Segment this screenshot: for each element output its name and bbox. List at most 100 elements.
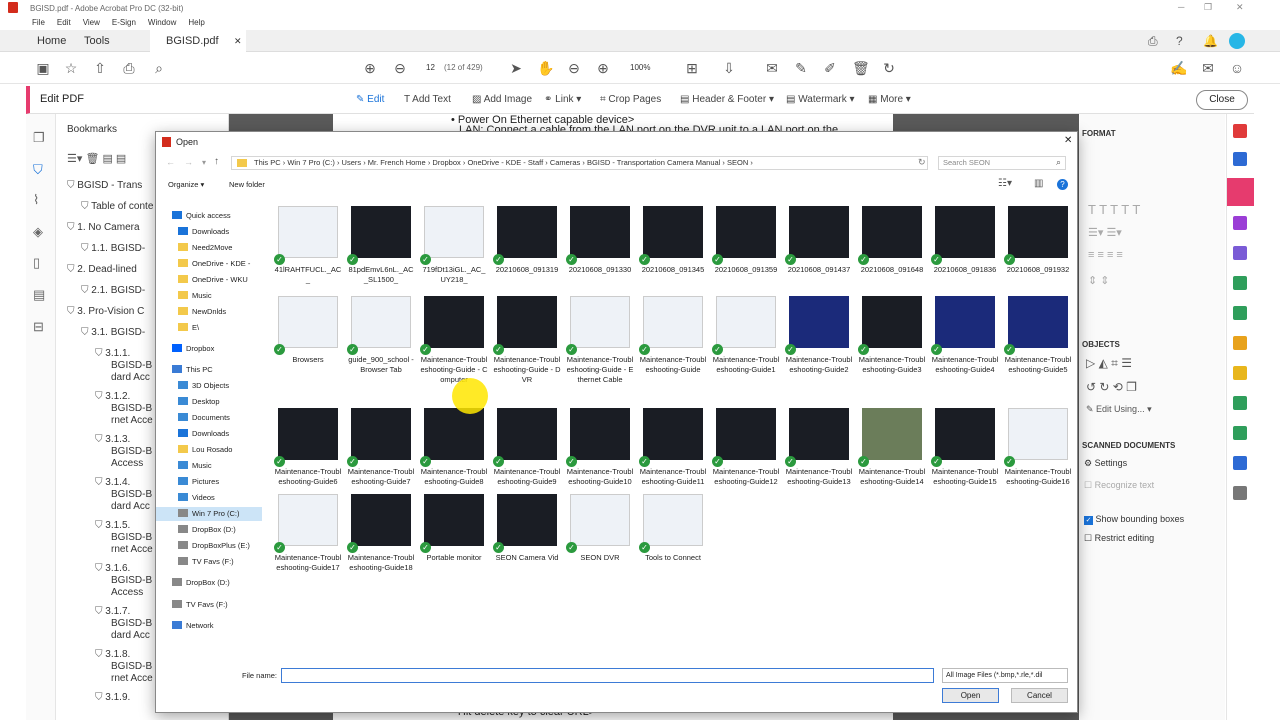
file-tile[interactable]: ✓ Maintenance-Troubleshooting-Guide6 [274,406,342,501]
page-up-icon[interactable]: ⊕ [362,60,378,76]
tab-home[interactable]: Home [37,30,66,52]
edit-pdf-tool-icon[interactable] [1227,178,1254,206]
avatar[interactable] [1229,33,1245,49]
forward-icon[interactable]: → [184,157,193,167]
bookmark-item[interactable]: ⛉ 3.1.5. [95,520,130,531]
file-tile[interactable]: ✓ Maintenance-Troubleshooting-Guide - DVR [493,294,561,389]
bookmark-item[interactable]: ⛉ 1.1. BGISD- [81,243,145,254]
crop-pages-button[interactable]: ⌗ Crop Pages [600,94,661,105]
breadcrumb-item[interactable]: Dropbox [432,158,460,167]
account-icon[interactable]: ☺ [1229,60,1245,76]
file-tile[interactable]: ✓ Maintenance-Troubleshooting-Guide16 [1004,406,1072,501]
file-tile[interactable]: ✓ Maintenance-Troubleshooting-Guide3 [858,294,926,389]
open-button[interactable]: Open [942,688,999,703]
breadcrumb-item[interactable]: Users [342,158,362,167]
pages-icon[interactable]: ❐ [33,130,48,145]
nav-item[interactable]: 3D Objects [178,379,229,393]
restrict-editing-checkbox[interactable]: ☐ Restrict editing [1084,533,1154,544]
create-pdf-icon[interactable] [1233,152,1247,166]
more-tools-icon[interactable] [1233,486,1247,500]
star-icon[interactable]: ☆ [63,60,79,76]
view-options-icon[interactable]: ☷▾ [998,178,1012,189]
file-tile[interactable]: ✓ Maintenance-Troubleshooting-Guide10 [566,406,634,501]
file-tile[interactable]: ✓ Portable monitor [420,492,488,587]
file-tile[interactable]: ✓ 20210608_091932 [1004,204,1072,299]
show-bounding-checkbox[interactable]: ✓ Show bounding boxes [1084,514,1184,525]
menu-item[interactable]: Help [188,18,204,27]
scan-icon[interactable] [1233,426,1247,440]
minimize-icon[interactable]: ─ [1178,2,1184,12]
add-image-button[interactable]: ▨ Add Image [472,94,532,105]
file-tile[interactable]: ✓ 20210608_091330 [566,204,634,299]
help-icon[interactable]: ? [1176,34,1183,48]
layers-icon[interactable]: ◈ [33,224,48,239]
rotate-icon[interactable]: ↻ [881,60,897,76]
breadcrumb-item[interactable]: OneDrive - KDE - Staff [467,158,543,167]
breadcrumb-item[interactable]: Cameras [550,158,580,167]
nav-item[interactable]: NewDnlds [178,305,226,319]
settings-button[interactable]: ⚙ Settings [1084,458,1127,469]
breadcrumb-item[interactable]: Win 7 Pro (C:) [287,158,335,167]
draw-icon[interactable]: ✐ [822,60,838,76]
zoom-search-icon[interactable]: ⌕ [151,60,167,76]
dialog-close-icon[interactable]: ✕ [1064,135,1072,146]
protect-icon[interactable] [1233,456,1247,470]
bookmark-item[interactable]: ⛉ 3.1.1. [95,348,130,359]
file-tile[interactable]: ✓ Maintenance-Troubleshooting-Guide15 [931,406,999,501]
address-bar[interactable]: This PC › Win 7 Pro (C:) › Users › Mr. F… [231,156,928,170]
bookmark-item[interactable]: ⛉ 3.1.4. [95,477,130,488]
file-name-input[interactable] [281,668,934,683]
up-icon[interactable]: ↑ [214,156,219,167]
nav-item[interactable]: This PC [172,363,213,377]
file-tile[interactable]: ✓ 20210608_091437 [785,204,853,299]
fill-sign-icon[interactable] [1233,246,1247,260]
object-rotate-icons[interactable]: ↺ ↻ ⟲ ❐ [1086,380,1137,394]
breadcrumb-item[interactable]: Mr. French Home [368,158,426,167]
cancel-button[interactable]: Cancel [1011,688,1068,703]
nav-item[interactable]: Downloads [178,427,229,441]
file-tile[interactable]: ✓ 20210608_091836 [931,204,999,299]
sign-icon[interactable]: ✍ [1170,60,1187,76]
header-footer-button[interactable]: ▤ Header & Footer ▾ [680,94,774,105]
bookmark-item[interactable]: ⛉ Table of conte [81,201,153,212]
stamp-icon[interactable] [1233,366,1247,380]
print-icon[interactable]: ⎙ [121,60,137,76]
breadcrumb-item[interactable]: BGISD - Transportation Camera Manual [587,158,720,167]
nav-item[interactable]: Documents [178,411,230,425]
file-tile[interactable]: ✓ Maintenance-Troubleshooting-Guide [639,294,707,389]
nav-item[interactable]: Music [178,289,212,303]
comment-tool-icon[interactable] [1233,336,1247,350]
file-tile[interactable]: ✓ 81pdEmvL6nL._AC_SL1500_ [347,204,415,299]
document-icon[interactable]: ▯ [33,255,48,270]
menu-item[interactable]: File [32,18,45,27]
page-down-icon[interactable]: ⊖ [392,60,408,76]
file-tile[interactable]: ✓ 719fDt13iGL._AC_UY218_ [420,204,488,299]
edit-using-button[interactable]: ✎ Edit Using... ▾ [1086,404,1152,415]
nav-item[interactable]: OneDrive - KDE - [178,257,250,271]
file-tile[interactable]: ✓ Maintenance-Troubleshooting-Guide2 [785,294,853,389]
page-number-input[interactable]: 12 [426,63,435,72]
file-tile[interactable]: ✓ guide_900_school - Browser Tab [347,294,415,389]
refresh-icon[interactable]: ↻ [918,157,926,168]
nav-item[interactable]: Desktop [178,395,220,409]
organize-icon[interactable] [1233,216,1247,230]
bookmark-item[interactable]: ⛉ 3.1.9. [95,692,130,703]
object-tools-icons[interactable]: ▷ ◭ ⌗ ☰ [1086,356,1132,371]
bookmark-item[interactable]: ⛉ 2. Dead-lined [67,264,137,275]
file-tile[interactable]: ✓ Maintenance-Troubleshooting-Guide17 [274,492,342,587]
file-tile[interactable]: ✓ Maintenance-Troubleshooting-Guide18 [347,492,415,587]
zoom-level[interactable]: 100% [630,63,650,72]
bookmark-panel-icon[interactable]: ⛉ [33,162,48,177]
bookmark-item[interactable]: ⛉ 1. No Camera [67,222,140,233]
more-button[interactable]: ▦ More ▾ [868,94,911,105]
file-tile[interactable]: ✓ Maintenance-Troubleshooting-Guide13 [785,406,853,501]
close-window-icon[interactable]: ✕ [1236,2,1244,13]
file-tile[interactable]: ✓ Maintenance-Troubleshooting-Guide7 [347,406,415,501]
menu-item[interactable]: Edit [57,18,71,27]
tab-document[interactable]: BGISD.pdf ✕ [150,30,246,52]
zoom-out-icon[interactable]: ⊖ [566,60,582,76]
comment-icon[interactable]: ✉ [764,60,780,76]
help-dialog-icon[interactable]: ? [1057,179,1068,190]
tags-icon[interactable]: ⊟ [33,319,48,334]
bookmark-item[interactable]: ⛉ 3.1.2. [95,391,130,402]
